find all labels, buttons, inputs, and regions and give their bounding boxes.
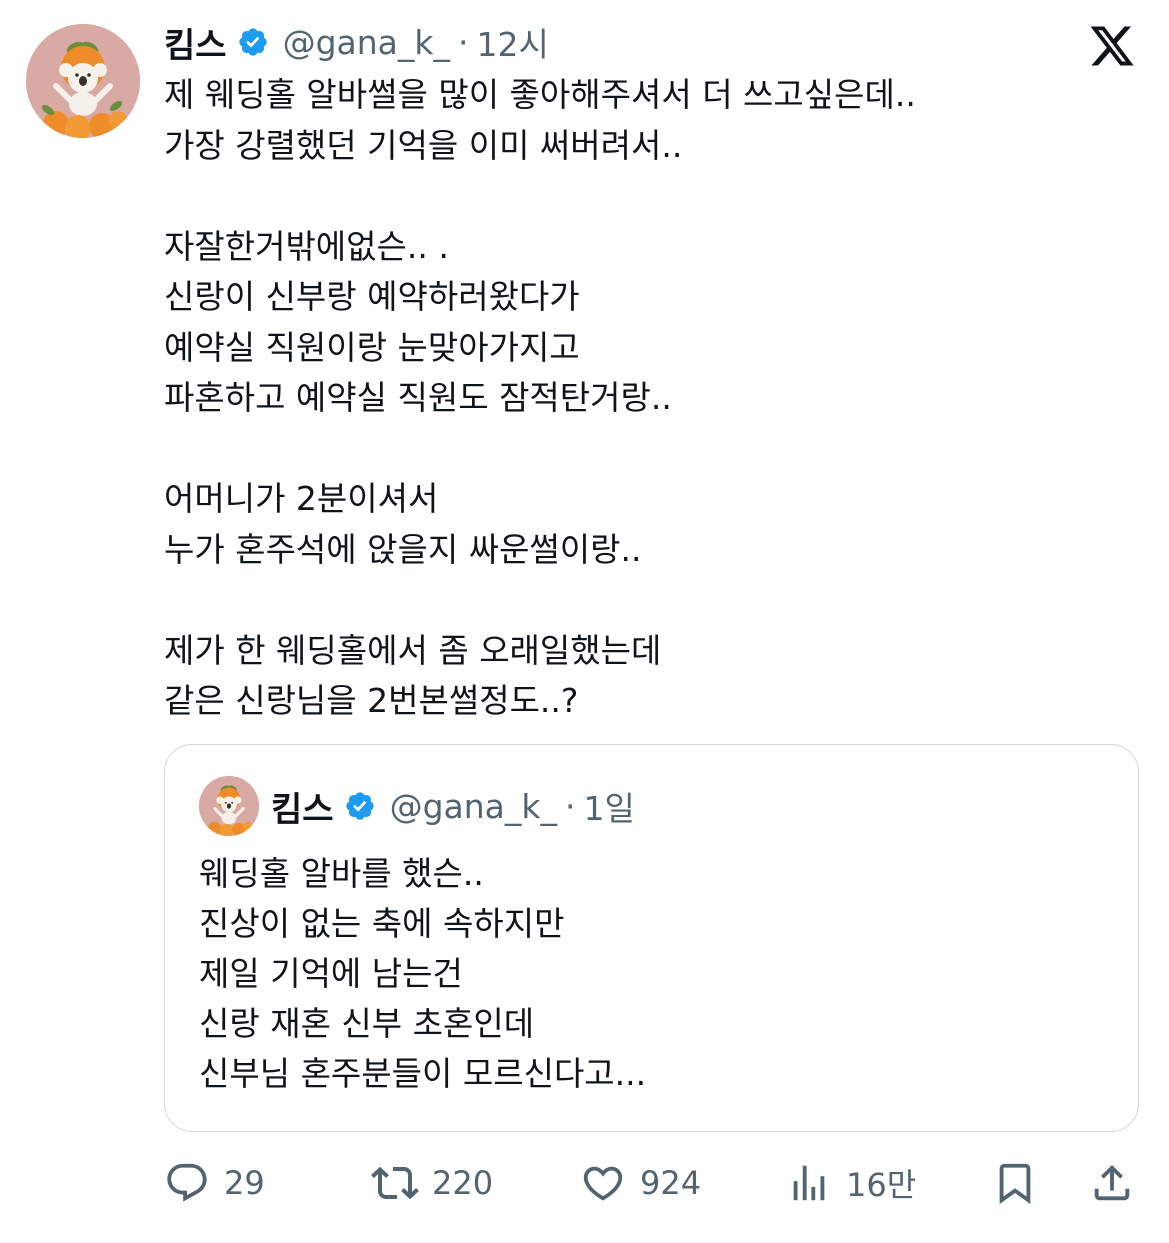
quoted-tweet-header: 킴스 @gana_k_ · 1일 <box>271 783 635 830</box>
quoted-tweet-card[interactable]: 킴스 @gana_k_ · 1일 웨딩홀 알바를 했슨.. 진상이 없는 축에 … <box>164 744 1139 1132</box>
verified-badge-icon <box>345 792 374 820</box>
verified-badge-icon <box>238 28 267 56</box>
tweet-body: 제 웨딩홀 알바썰을 많이 좋아해주셔서 더 쓰고싶은데.. 가장 강렬했던 기… <box>164 75 916 720</box>
views-button[interactable]: 16만 <box>784 1158 916 1208</box>
share-button[interactable] <box>1087 1158 1137 1208</box>
like-button[interactable]: 924 <box>578 1158 701 1208</box>
author-handle[interactable]: @gana_k_ <box>283 23 450 62</box>
bookmark-icon <box>990 1158 1040 1208</box>
quoted-author-name: 킴스 <box>271 789 334 830</box>
retweet-button[interactable]: 220 <box>370 1158 493 1208</box>
author-avatar[interactable] <box>26 24 140 138</box>
quoted-tweet-timestamp: 1일 <box>583 789 635 828</box>
views-count: 16만 <box>846 1166 917 1204</box>
x-logo-icon[interactable] <box>1087 22 1137 70</box>
author-name[interactable]: 킴스 <box>164 18 227 67</box>
quoted-header-separator: · <box>564 786 576 826</box>
reply-icon <box>162 1158 212 1208</box>
views-chart-icon <box>784 1158 834 1208</box>
avatar-illustration <box>199 776 259 836</box>
tweet-header: 킴스 @gana_k_ · 12시 <box>164 18 549 66</box>
bookmark-button[interactable] <box>990 1158 1040 1208</box>
tweet-timestamp[interactable]: 12시 <box>476 18 548 66</box>
avatar-illustration <box>26 24 140 138</box>
quoted-author-handle: @gana_k_ <box>389 786 557 826</box>
retweet-icon <box>370 1158 420 1208</box>
quoted-author-avatar <box>199 776 259 836</box>
header-separator: · <box>457 22 469 62</box>
like-count: 924 <box>640 1164 702 1202</box>
heart-icon <box>578 1158 628 1208</box>
retweet-count: 220 <box>432 1164 494 1202</box>
share-icon <box>1087 1158 1137 1208</box>
reply-count: 29 <box>224 1164 265 1202</box>
reply-button[interactable]: 29 <box>162 1158 265 1208</box>
quoted-tweet-body: 웨딩홀 알바를 했슨.. 진상이 없는 축에 속하지만 제일 기억에 남는건 신… <box>199 854 647 1093</box>
